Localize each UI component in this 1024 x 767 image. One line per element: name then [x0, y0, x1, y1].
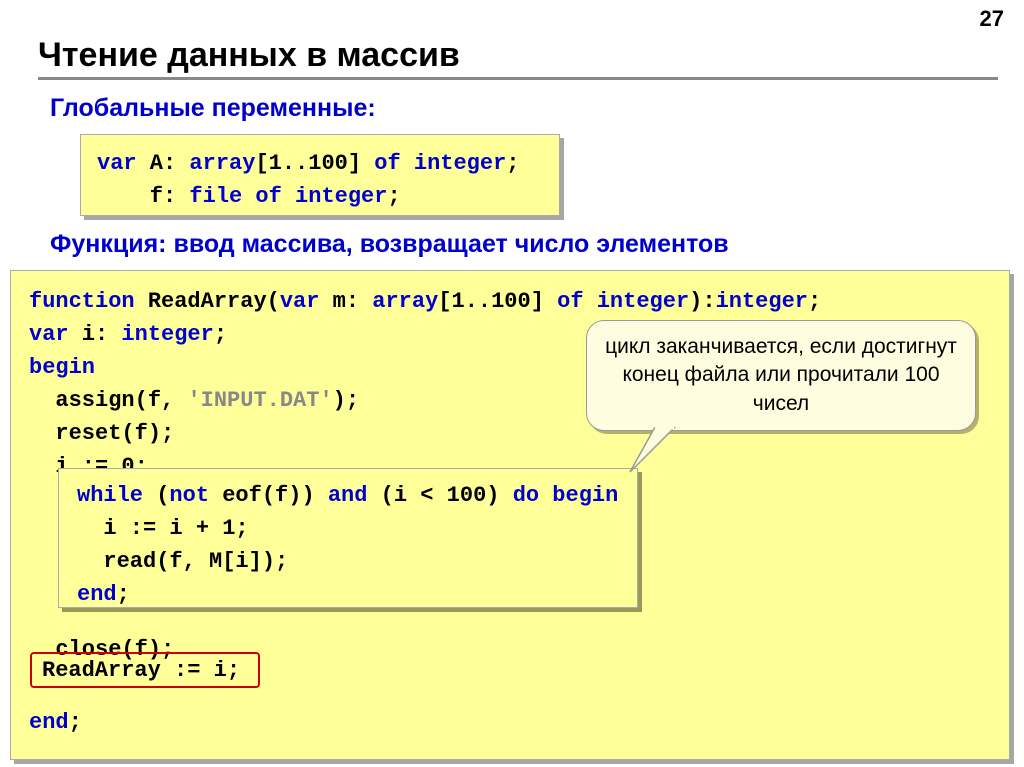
code-box-global-vars: var A: array[1..100] of integer; f: file…: [80, 134, 560, 216]
kw: begin: [29, 355, 95, 380]
kw: var: [97, 151, 137, 176]
kw: while: [77, 483, 143, 508]
kw: function: [29, 289, 135, 314]
txt: ;: [214, 322, 227, 347]
txt: ReadArray(: [135, 289, 280, 314]
kw: array: [189, 151, 255, 176]
kw: not: [169, 483, 209, 508]
code-line: var A: array[1..100] of integer;: [97, 147, 543, 180]
txt: );: [333, 388, 359, 413]
subtitle-global-vars: Глобальные переменные:: [50, 94, 376, 123]
txt: ;: [506, 151, 519, 176]
kw: integer: [716, 289, 808, 314]
txt: [1..100]: [255, 151, 374, 176]
code-line: end;: [29, 706, 991, 739]
txt: [1..100]: [438, 289, 557, 314]
txt: ;: [808, 289, 821, 314]
kw: of integer: [374, 151, 506, 176]
txt: (i < 100): [367, 483, 512, 508]
txt: ;: [117, 582, 130, 607]
txt: m:: [319, 289, 372, 314]
callout-note: цикл заканчивается, если достигнут конец…: [586, 320, 976, 431]
callout-tail: [625, 427, 685, 477]
code-line: end;: [77, 578, 619, 611]
code-line: i := i + 1;: [77, 512, 619, 545]
kw: of integer: [557, 289, 689, 314]
kw: and: [328, 483, 368, 508]
page-title: Чтение данных в массив: [38, 36, 998, 80]
kw: end: [29, 710, 69, 735]
txt: ):: [689, 289, 715, 314]
kw: end: [77, 582, 117, 607]
txt: i:: [69, 322, 122, 347]
txt: eof(f)): [209, 483, 328, 508]
code-line: while (not eof(f)) and (i < 100) do begi…: [77, 479, 619, 512]
code-line: f: file of integer;: [97, 180, 543, 213]
kw: file of integer: [189, 184, 387, 209]
code-line: read(f, M[i]);: [77, 545, 619, 578]
page-number: 27: [980, 6, 1004, 32]
code-line: function ReadArray(var m: array[1..100] …: [29, 285, 991, 318]
kw: array: [372, 289, 438, 314]
txt: ;: [69, 710, 82, 735]
kw: integer: [121, 322, 213, 347]
txt: ;: [387, 184, 400, 209]
txt: (: [143, 483, 169, 508]
txt: f:: [97, 184, 189, 209]
string-literal: 'INPUT.DAT': [187, 388, 332, 413]
subtitle-function: Функция: ввод массива, возвращает число …: [50, 230, 729, 259]
highlighted-return: ReadArray := i;: [30, 652, 260, 688]
code-box-while-loop: while (not eof(f)) and (i < 100) do begi…: [58, 468, 638, 608]
txt: assign(f,: [29, 388, 187, 413]
kw: var: [29, 322, 69, 347]
kw: var: [280, 289, 320, 314]
txt: A:: [137, 151, 190, 176]
kw: do begin: [513, 483, 619, 508]
